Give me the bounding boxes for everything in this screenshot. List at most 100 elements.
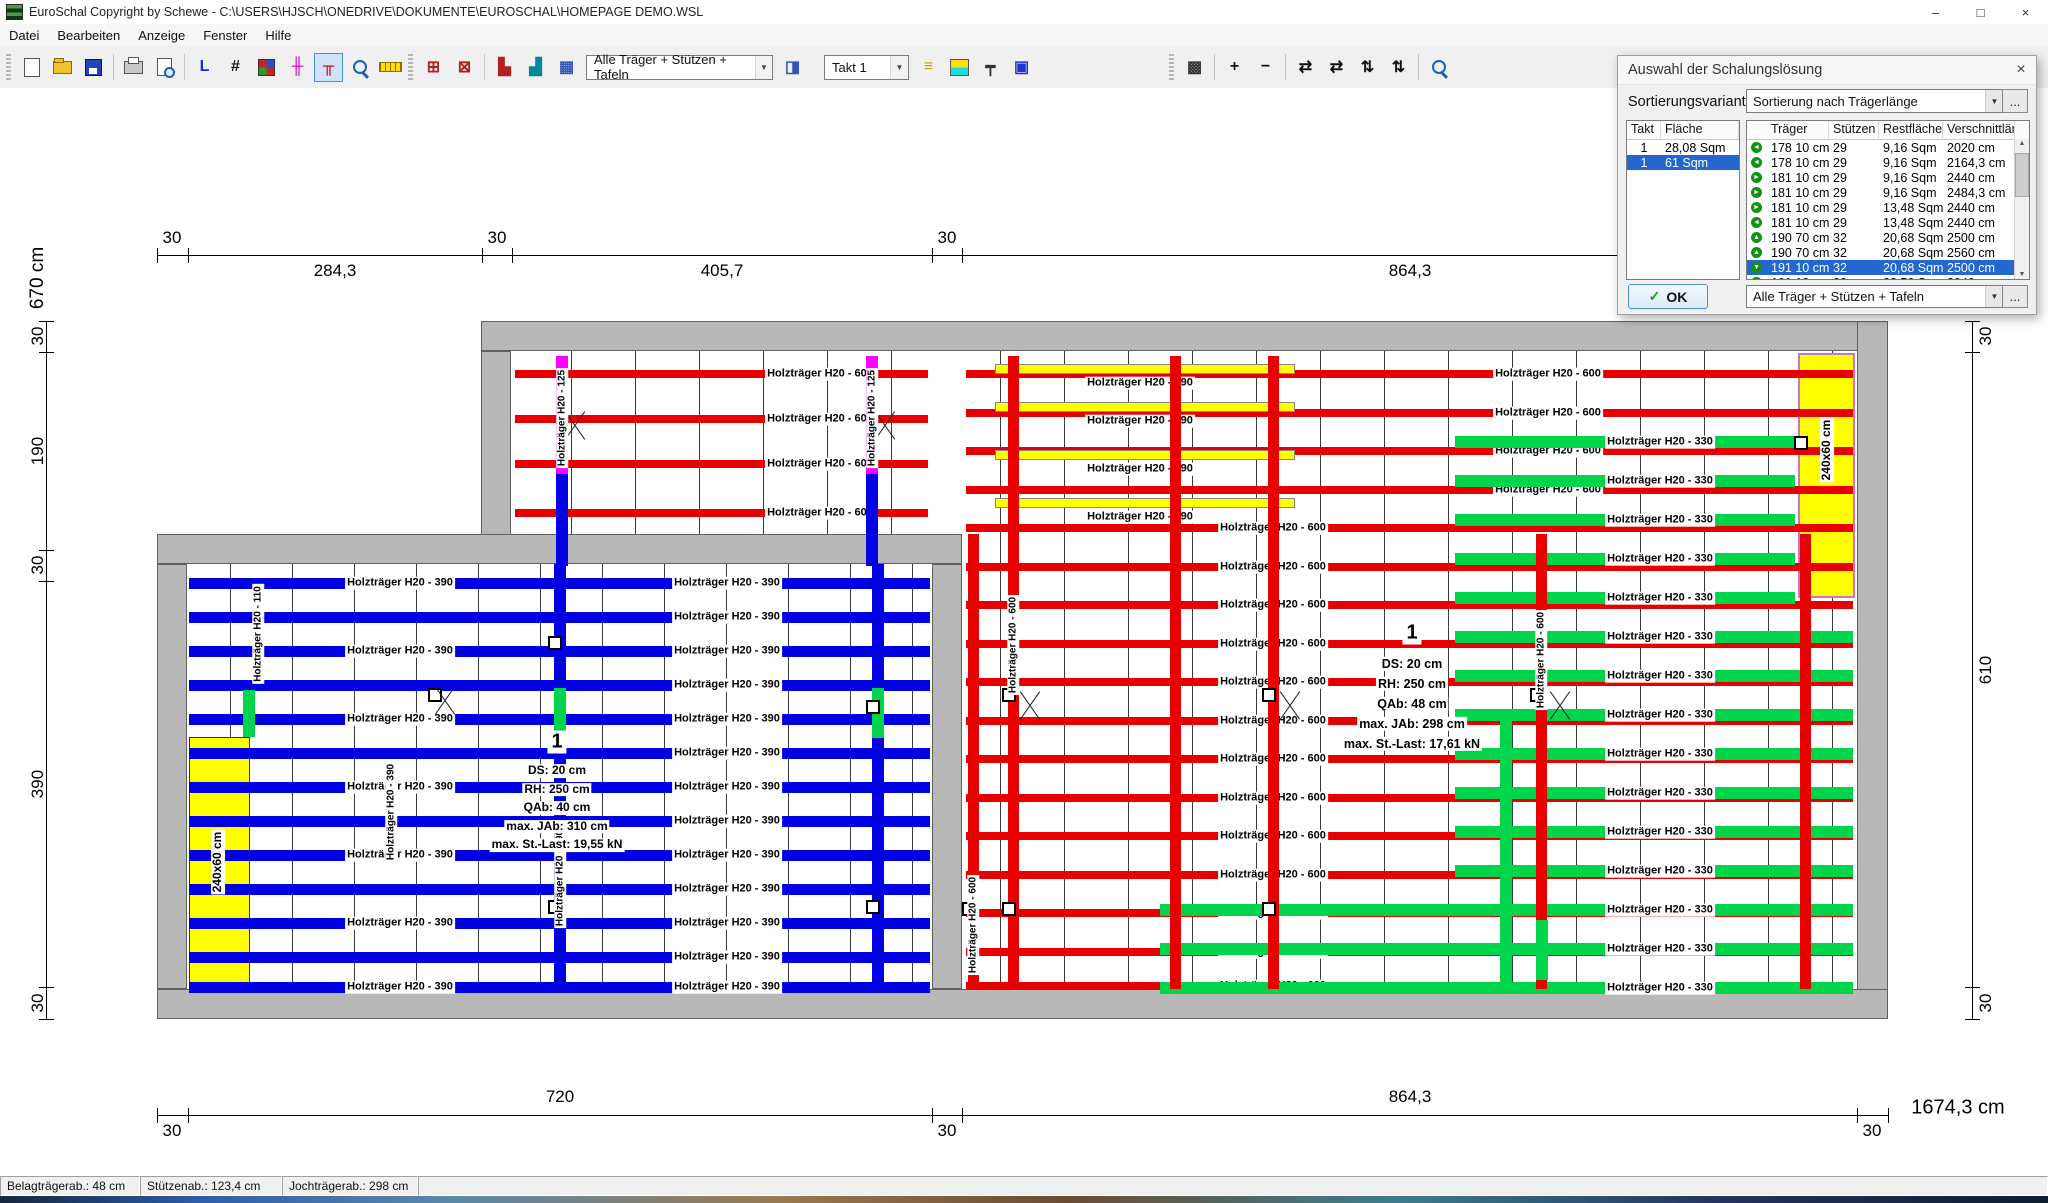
zoom-out-icon[interactable]: − xyxy=(1251,53,1280,82)
close-button[interactable]: × xyxy=(2003,1,2048,24)
pan-horizontal2-icon[interactable]: ⇄ xyxy=(1322,53,1351,82)
takt-row[interactable]: 161 Sqm xyxy=(1627,155,1739,170)
joint-icon[interactable]: ┯ xyxy=(976,53,1005,82)
menu-item-fenster[interactable]: Fenster xyxy=(194,25,256,46)
list-icon[interactable]: ▦ xyxy=(552,53,581,82)
direction-right-icon: ► xyxy=(1751,187,1762,198)
dropdown-icon[interactable]: ▼ xyxy=(890,56,908,79)
menu-item-bearbeiten[interactable]: Bearbeiten xyxy=(48,25,129,46)
takt-list-header[interactable]: Takt Fläche xyxy=(1627,121,1739,140)
view-filter-combobox[interactable]: Alle Träger + Stützen + Tafeln▼ xyxy=(586,55,773,80)
dim-label: 30 xyxy=(163,228,182,248)
sort-more-button[interactable]: ... xyxy=(2002,89,2028,113)
slab-table-icon[interactable]: ⊞ xyxy=(419,53,448,82)
pan-vertical2-icon[interactable]: ⇅ xyxy=(1384,53,1413,82)
pan-vertical-icon[interactable]: ⇅ xyxy=(1353,53,1382,82)
dim-label: 1674,3 cm xyxy=(1911,1097,2004,1120)
toolbar-separator xyxy=(484,54,485,80)
dim-tick xyxy=(932,1108,933,1123)
dialog-close-icon[interactable]: × xyxy=(2006,61,2036,79)
beam-label: Holzträger H20 - 390 xyxy=(345,849,455,862)
beam-label: Holzträger H20 - 330 xyxy=(1605,748,1715,761)
filter-combobox[interactable]: Alle Träger + Stützen + Tafeln ▼ xyxy=(1746,285,2004,308)
maximize-button[interactable]: □ xyxy=(1958,1,2003,24)
beam-label: Holzträger H20 - 390 xyxy=(672,611,782,624)
print-icon[interactable] xyxy=(119,53,148,82)
dialog-title: Auswahl der Schalungslösung xyxy=(1618,62,1822,78)
beam-label: Holzträger H20 - 330 xyxy=(1605,631,1715,644)
result-row[interactable]: ▲190 70 cm3220,68 Sqm2500 cm xyxy=(1747,230,2029,245)
takt-combobox[interactable]: Takt 1▼ xyxy=(824,55,909,80)
new-file-icon[interactable] xyxy=(17,53,46,82)
takt-sequence-icon[interactable] xyxy=(945,53,974,82)
grid-line xyxy=(763,351,764,534)
slab-grid-icon[interactable]: # xyxy=(221,53,250,82)
dialog-title-bar[interactable]: Auswahl der Schalungslösung × xyxy=(1618,56,2036,85)
dropdown-icon[interactable]: ▼ xyxy=(1985,90,2003,112)
toolbar-grip[interactable] xyxy=(6,54,11,80)
zoom-in-icon[interactable]: + xyxy=(1220,53,1249,82)
result-list[interactable]: Träger Stützen Restfläche Verschnittläng… xyxy=(1746,120,2030,280)
toolbar-grip[interactable] xyxy=(408,54,413,80)
formwork-beams-icon[interactable]: ╫ xyxy=(283,53,312,82)
wall-mode-icon[interactable]: L xyxy=(190,53,219,82)
zoom-icon[interactable] xyxy=(345,53,374,82)
menu-item-datei[interactable]: Datei xyxy=(0,25,48,46)
zoom-window-icon[interactable] xyxy=(1424,53,1453,82)
ok-button[interactable]: ✓ OK xyxy=(1628,284,1708,309)
result-row[interactable]: ▼191 10 cm3223,56 Sqm3040 cm xyxy=(1747,275,2029,280)
direction-right-icon: ► xyxy=(1751,172,1762,183)
beam-label: Holzträger H20 - 330 xyxy=(1605,592,1715,605)
save-icon[interactable] xyxy=(79,53,108,82)
result-row[interactable]: ►181 10 cm299,16 Sqm2484,3 cm xyxy=(1747,185,2029,200)
dim-tick xyxy=(1965,321,1980,322)
result-row[interactable]: ◄178 10 cm299,16 Sqm2020 cm xyxy=(1747,140,2029,155)
minimize-button[interactable]: – xyxy=(1913,1,1958,24)
scroll-up-icon[interactable]: ▲ xyxy=(2015,140,2029,147)
dropdown-icon[interactable]: ▼ xyxy=(1985,286,2003,307)
beam-load-icon[interactable]: ▟ xyxy=(521,53,550,82)
toolbar-separator xyxy=(1418,54,1419,80)
result-list-scrollbar[interactable]: ▲ ▼ xyxy=(2014,139,2029,279)
formwork-view-icon[interactable]: ╥ xyxy=(314,53,343,82)
result-list-header[interactable]: Träger Stützen Restfläche Verschnittläng… xyxy=(1747,121,2029,140)
open-file-icon[interactable] xyxy=(48,53,77,82)
beam-label: Holzträger H20 - 390 xyxy=(672,951,782,964)
result-row[interactable]: ▲190 70 cm3220,68 Sqm2560 cm xyxy=(1747,245,2029,260)
print-preview-icon[interactable] xyxy=(150,53,179,82)
result-row[interactable]: ▼191 10 cm3220,68 Sqm2500 cm xyxy=(1747,260,2029,275)
ruler-icon[interactable] xyxy=(376,53,405,82)
scroll-down-icon[interactable]: ▼ xyxy=(2015,271,2029,278)
takt-row[interactable]: 128,08 Sqm xyxy=(1627,140,1739,155)
export-icon[interactable]: ◨ xyxy=(778,53,807,82)
sortierungsvariante-label: Sortierungsvariante xyxy=(1628,94,1754,110)
layers-icon[interactable]: ≡ xyxy=(914,53,943,82)
result-row[interactable]: ◄178 10 cm299,16 Sqm2164,3 cm xyxy=(1747,155,2029,170)
slab-colored-icon[interactable] xyxy=(252,53,281,82)
beam-label: Holzträger H20 - 600 xyxy=(1493,407,1603,420)
result-row[interactable]: ►181 10 cm299,16 Sqm2440 cm xyxy=(1747,170,2029,185)
dim-tick xyxy=(1965,987,1980,988)
wall xyxy=(157,564,187,989)
menu-item-hilfe[interactable]: Hilfe xyxy=(256,25,300,46)
scrollbar-thumb[interactable] xyxy=(2015,153,2029,197)
toolbar-grip[interactable] xyxy=(1169,54,1174,80)
menu-item-anzeige[interactable]: Anzeige xyxy=(129,25,194,46)
takt-list[interactable]: Takt Fläche 128,08 Sqm161 Sqm xyxy=(1626,120,1740,280)
pattern-icon[interactable]: ▩ xyxy=(1180,53,1209,82)
dim-label: 30 xyxy=(28,556,48,575)
result-row[interactable]: ►181 10 cm2913,48 Sqm2440 cm xyxy=(1747,200,2029,215)
dropdown-icon[interactable]: ▼ xyxy=(755,56,772,79)
dim-tick xyxy=(1857,1108,1858,1123)
dim-label: 30 xyxy=(1976,327,1996,346)
sortierung-combobox[interactable]: Sortierung nach Trägerlänge ▼ xyxy=(1746,89,2004,113)
frame-icon[interactable]: ▣ xyxy=(1007,53,1036,82)
pan-horizontal-icon[interactable]: ⇄ xyxy=(1291,53,1320,82)
title-bar[interactable]: EuroSchal Copyright by Schewe - C:\USERS… xyxy=(0,0,2048,25)
prop-load-icon[interactable]: ▙ xyxy=(490,53,519,82)
filter-more-button[interactable]: ... xyxy=(2002,285,2028,308)
result-row[interactable]: ◄181 10 cm2913,48 Sqm2440 cm xyxy=(1747,215,2029,230)
beam-label: Holzträger H20 - 330 xyxy=(1605,436,1715,449)
annotation-line: RH: 250 cm xyxy=(1376,677,1448,691)
slab-table-delete-icon[interactable]: ⊠ xyxy=(450,53,479,82)
